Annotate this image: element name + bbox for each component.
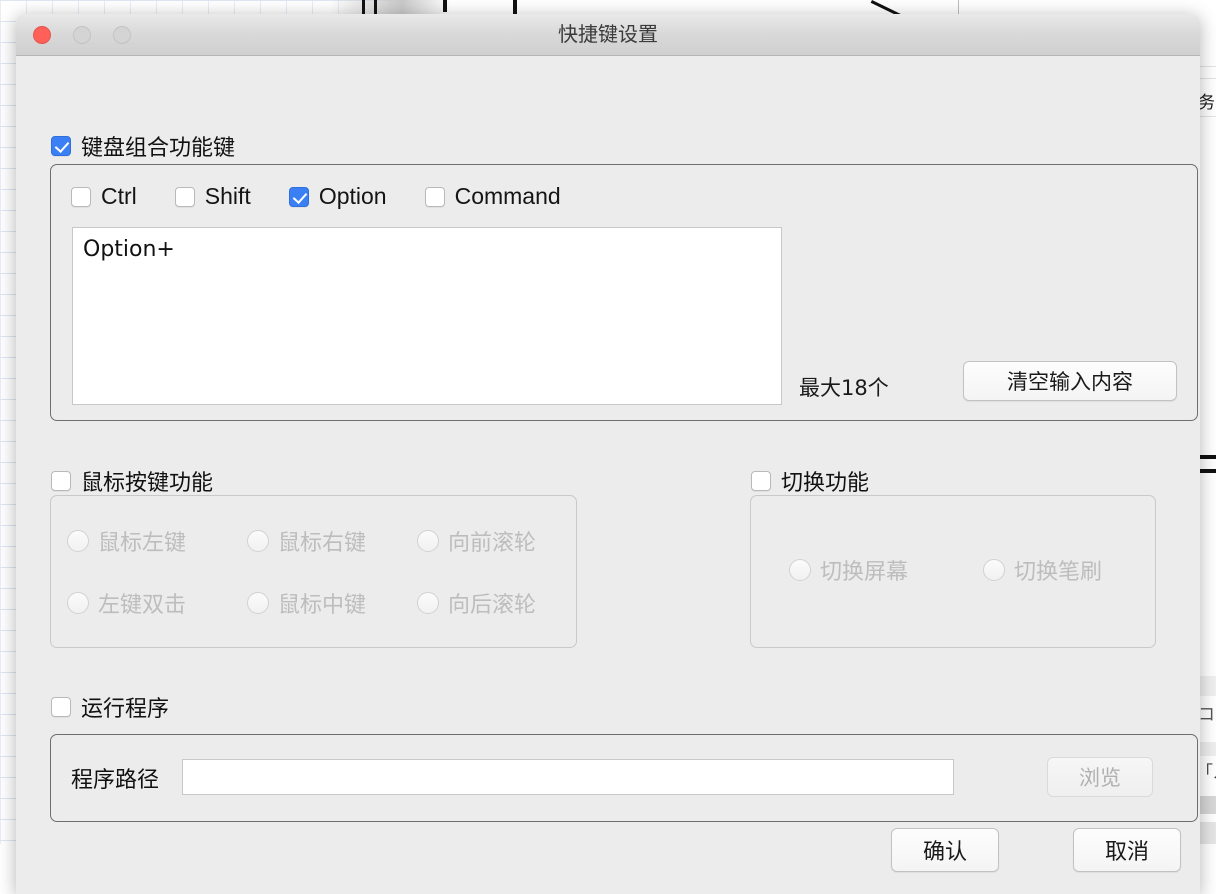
mouse-option-label: 向前滚轮 bbox=[448, 525, 536, 557]
mouse-option-double-click[interactable]: 左键双击 bbox=[67, 587, 247, 619]
radio-icon[interactable] bbox=[67, 592, 89, 614]
mouse-option-middle-click[interactable]: 鼠标中键 bbox=[247, 587, 417, 619]
shift-checkbox[interactable] bbox=[175, 187, 195, 207]
program-path-input[interactable] bbox=[182, 759, 954, 795]
option-label: Option bbox=[319, 183, 387, 210]
run-section-checkbox[interactable] bbox=[51, 697, 71, 717]
ink-stroke bbox=[513, 0, 517, 14]
option-checkbox[interactable] bbox=[289, 187, 309, 207]
command-checkbox[interactable] bbox=[425, 187, 445, 207]
keyboard-group-box: Ctrl Shift Option Command Option+ 最大18个 … bbox=[50, 164, 1198, 421]
mouse-section-label: 鼠标按键功能 bbox=[81, 465, 213, 497]
mouse-option-grid: 鼠标左键 鼠标右键 向前滚轮 左键双击 bbox=[51, 496, 576, 647]
modifier-shift[interactable]: Shift bbox=[175, 183, 251, 210]
mouse-option-row: 左键双击 鼠标中键 向后滚轮 bbox=[67, 572, 560, 634]
modifier-ctrl[interactable]: Ctrl bbox=[71, 183, 137, 210]
radio-icon[interactable] bbox=[983, 559, 1005, 581]
shift-label: Shift bbox=[205, 183, 251, 210]
switch-option-label: 切换屏幕 bbox=[820, 554, 908, 586]
command-label: Command bbox=[455, 183, 561, 210]
ink-stroke bbox=[362, 0, 365, 14]
ctrl-checkbox[interactable] bbox=[71, 187, 91, 207]
switch-option-screen[interactable]: 切换屏幕 bbox=[789, 554, 983, 586]
radio-icon[interactable] bbox=[417, 592, 439, 614]
dialog-body: 键盘组合功能键 Ctrl Shift Option Command bbox=[16, 56, 1200, 894]
mouse-section-checkbox[interactable] bbox=[51, 471, 71, 491]
background-text: 务 bbox=[1198, 88, 1216, 113]
browse-button[interactable]: 浏览 bbox=[1047, 757, 1153, 797]
shortcut-combo-input[interactable]: Option+ bbox=[72, 227, 782, 405]
mouse-option-left-click[interactable]: 鼠标左键 bbox=[67, 525, 247, 557]
radio-icon[interactable] bbox=[247, 592, 269, 614]
program-path-label: 程序路径 bbox=[71, 762, 159, 794]
keyboard-section-label: 键盘组合功能键 bbox=[81, 130, 235, 162]
mouse-option-right-click[interactable]: 鼠标右键 bbox=[247, 525, 417, 557]
switch-group-box: 切换屏幕 切换笔刷 bbox=[750, 495, 1156, 648]
modifier-command[interactable]: Command bbox=[425, 183, 561, 210]
modifier-checkbox-row: Ctrl Shift Option Command bbox=[71, 183, 599, 210]
mouse-option-row: 鼠标左键 鼠标右键 向前滚轮 bbox=[67, 510, 560, 572]
switch-section-header[interactable]: 切换功能 bbox=[751, 465, 869, 497]
mouse-option-label: 向后滚轮 bbox=[448, 587, 536, 619]
radio-icon[interactable] bbox=[417, 530, 439, 552]
dialog-titlebar[interactable]: 快捷键设置 bbox=[16, 14, 1200, 56]
ink-stroke bbox=[958, 0, 959, 14]
keyboard-section-header[interactable]: 键盘组合功能键 bbox=[51, 130, 235, 162]
mouse-section-header[interactable]: 鼠标按键功能 bbox=[51, 465, 213, 497]
switch-option-row: 切换屏幕 切换笔刷 bbox=[789, 554, 1102, 586]
background-text: コ bbox=[1198, 700, 1216, 725]
radio-icon[interactable] bbox=[247, 530, 269, 552]
mouse-option-scroll-forward[interactable]: 向前滚轮 bbox=[417, 525, 536, 557]
ink-stroke bbox=[443, 0, 447, 12]
modifier-option[interactable]: Option bbox=[289, 183, 387, 210]
run-section-label: 运行程序 bbox=[81, 691, 169, 723]
mouse-option-label: 鼠标左键 bbox=[98, 525, 186, 557]
radio-icon[interactable] bbox=[67, 530, 89, 552]
mouse-option-label: 鼠标中键 bbox=[278, 587, 366, 619]
keyboard-section-checkbox[interactable] bbox=[51, 136, 71, 156]
switch-section-label: 切换功能 bbox=[781, 465, 869, 497]
ctrl-label: Ctrl bbox=[101, 183, 137, 210]
confirm-button[interactable]: 确认 bbox=[891, 828, 999, 872]
dialog-title: 快捷键设置 bbox=[16, 14, 1200, 55]
mouse-option-scroll-backward[interactable]: 向后滚轮 bbox=[417, 587, 536, 619]
switch-option-brush[interactable]: 切换笔刷 bbox=[983, 554, 1102, 586]
switch-option-label: 切换笔刷 bbox=[1014, 554, 1102, 586]
mouse-group-box: 鼠标左键 鼠标右键 向前滚轮 左键双击 bbox=[50, 495, 577, 648]
shortcut-settings-dialog: 快捷键设置 键盘组合功能键 Ctrl Shift Option bbox=[16, 14, 1200, 894]
run-group-box: 程序路径 浏览 bbox=[50, 734, 1198, 822]
switch-section-checkbox[interactable] bbox=[751, 471, 771, 491]
mouse-option-label: 左键双击 bbox=[98, 587, 186, 619]
clear-input-button[interactable]: 清空输入内容 bbox=[963, 361, 1177, 401]
max-count-label: 最大18个 bbox=[799, 372, 889, 402]
mouse-option-label: 鼠标右键 bbox=[278, 525, 366, 557]
radio-icon[interactable] bbox=[789, 559, 811, 581]
run-section-header[interactable]: 运行程序 bbox=[51, 691, 169, 723]
cancel-button[interactable]: 取消 bbox=[1073, 828, 1181, 872]
